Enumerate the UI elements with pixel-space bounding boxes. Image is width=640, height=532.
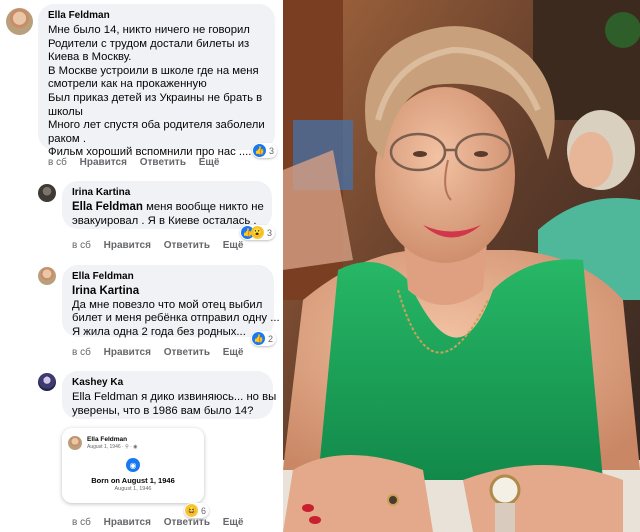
- comment-text-line: билет и меня ребёнка отправил одну ...: [72, 312, 280, 325]
- comment-author[interactable]: Kashey Ka: [72, 377, 263, 389]
- card-meta: August 1, 1946 · ⚲ · ◉: [87, 444, 138, 450]
- haha-icon: 😆: [185, 504, 198, 517]
- reaction-count: 2: [268, 333, 274, 344]
- comment-text-line: Был приказ детей из Украины не брать в: [48, 91, 263, 104]
- mention-link[interactable]: Irina Kartina: [72, 285, 139, 297]
- avatar[interactable]: [38, 184, 56, 202]
- like-button[interactable]: Нравится: [104, 517, 151, 528]
- reply-button[interactable]: Ответить: [164, 517, 210, 528]
- background-person-face: [569, 132, 613, 188]
- comment-text-line: меня вообще никто не: [142, 201, 264, 213]
- wristwatch: [489, 474, 521, 506]
- comment-time[interactable]: в сб: [72, 240, 91, 251]
- card-date: August 1, 1946: [114, 486, 152, 492]
- comment-text-line: Родители с трудом достали билеты из: [48, 37, 250, 50]
- nail: [302, 504, 314, 512]
- card-author: Ella Feldman: [87, 436, 128, 443]
- comment-text-line: Киева в Москву.: [48, 51, 132, 64]
- comment-text-line: школы: [48, 105, 83, 118]
- reply-button[interactable]: Ответить: [164, 347, 210, 358]
- nail: [309, 516, 321, 524]
- comment-text-line: смотрели как на прокаженную: [48, 78, 207, 91]
- hand-left: [283, 455, 433, 532]
- comment-actions: в сб Нравится Ответить Ещё: [72, 347, 253, 358]
- baby-icon: ◉: [126, 458, 140, 472]
- reaction-summary[interactable]: 👍 😮 3: [240, 225, 276, 240]
- hand-right: [463, 465, 623, 532]
- comment-text-line: раком .: [48, 132, 86, 145]
- avatar[interactable]: [38, 267, 56, 285]
- thumbs-up-icon: 👍: [253, 144, 266, 157]
- comment-author[interactable]: Irina Kartina: [72, 187, 262, 199]
- comment-time[interactable]: в сб: [48, 157, 67, 168]
- comment-text-line: уверены, что в 1986 вам было 14?: [72, 404, 254, 417]
- avatar[interactable]: [6, 8, 33, 35]
- avatar: [68, 436, 82, 450]
- comment-text-line: Да мне повезло что мой отец выбил: [72, 298, 263, 311]
- reaction-count: 3: [267, 227, 273, 238]
- watch-strap: [495, 503, 515, 532]
- reply-button[interactable]: Ответить: [140, 157, 186, 168]
- reply-button[interactable]: Ответить: [164, 240, 210, 251]
- like-button[interactable]: Нравится: [104, 347, 151, 358]
- comment-text-line: Мне было 14, никто ничего не говорил: [48, 24, 250, 36]
- comment-author[interactable]: Ella Feldman: [48, 10, 265, 22]
- comment-bubble: Ella Feldman Мне было 14, никто ничего н…: [38, 4, 275, 158]
- plant: [605, 12, 640, 48]
- comment-time[interactable]: в сб: [72, 347, 91, 358]
- more-button[interactable]: Ещё: [223, 517, 244, 528]
- portrait-photo: [283, 0, 640, 532]
- comment-time[interactable]: в сб: [72, 517, 91, 528]
- card-title: Born on August 1, 1946: [91, 476, 175, 485]
- reaction-count: 3: [269, 145, 275, 156]
- wow-icon: 😮: [251, 226, 264, 239]
- like-button[interactable]: Нравится: [80, 157, 127, 168]
- eye-left: [413, 151, 427, 157]
- reaction-summary[interactable]: 👍 3: [252, 143, 278, 158]
- comment-text-line: В Москве устроили в школе где на меня: [48, 64, 259, 77]
- mention-link[interactable]: Ella Feldman: [72, 201, 143, 213]
- reaction-summary[interactable]: 👍 2: [251, 331, 277, 346]
- comment-thread: Ella Feldman Мне было 14, никто ничего н…: [0, 0, 283, 532]
- eye-right: [474, 151, 488, 157]
- mention-link[interactable]: Ella Feldman: [72, 391, 138, 403]
- more-button[interactable]: Ещё: [223, 347, 244, 358]
- comment-actions: в сб Нравится Ответить Ещё: [72, 517, 253, 528]
- portrait-illustration: [283, 0, 640, 532]
- comment-text-line: Много лет спустя оба родителя заболели: [48, 119, 265, 132]
- like-button[interactable]: Нравится: [104, 240, 151, 251]
- reaction-summary[interactable]: 😆 6: [184, 503, 210, 518]
- life-event-card[interactable]: Ella Feldman August 1, 1946 · ⚲ · ◉ ◉ Bo…: [62, 428, 204, 503]
- comment-bubble: Irina Kartina Ella Feldman меня вообще н…: [62, 181, 272, 229]
- more-button[interactable]: Ещё: [223, 240, 244, 251]
- comment-author[interactable]: Ella Feldman: [72, 271, 264, 283]
- comment-text-line: Я жила одна 2 года без родных...: [72, 325, 246, 338]
- reaction-count: 6: [201, 505, 207, 516]
- comment-bubble: Ella Feldman Irina Kartina Да мне повезл…: [62, 265, 280, 338]
- thumbs-up-icon: 👍: [252, 332, 265, 345]
- comment-text-line: я дико извиняюсь... но вы: [137, 391, 277, 403]
- comment-text-line: эвакуировал . Я в Киеве осталась .: [72, 214, 257, 227]
- more-button[interactable]: Ещё: [199, 157, 220, 168]
- comment-actions: в сб Нравится Ответить Ещё: [72, 240, 253, 251]
- comment-actions: в сб Нравится Ответить Ещё: [48, 157, 229, 168]
- comment-bubble: Kashey Ka Ella Feldman я дико извиняюсь.…: [62, 371, 277, 419]
- avatar[interactable]: [38, 373, 56, 391]
- ring: [387, 494, 399, 506]
